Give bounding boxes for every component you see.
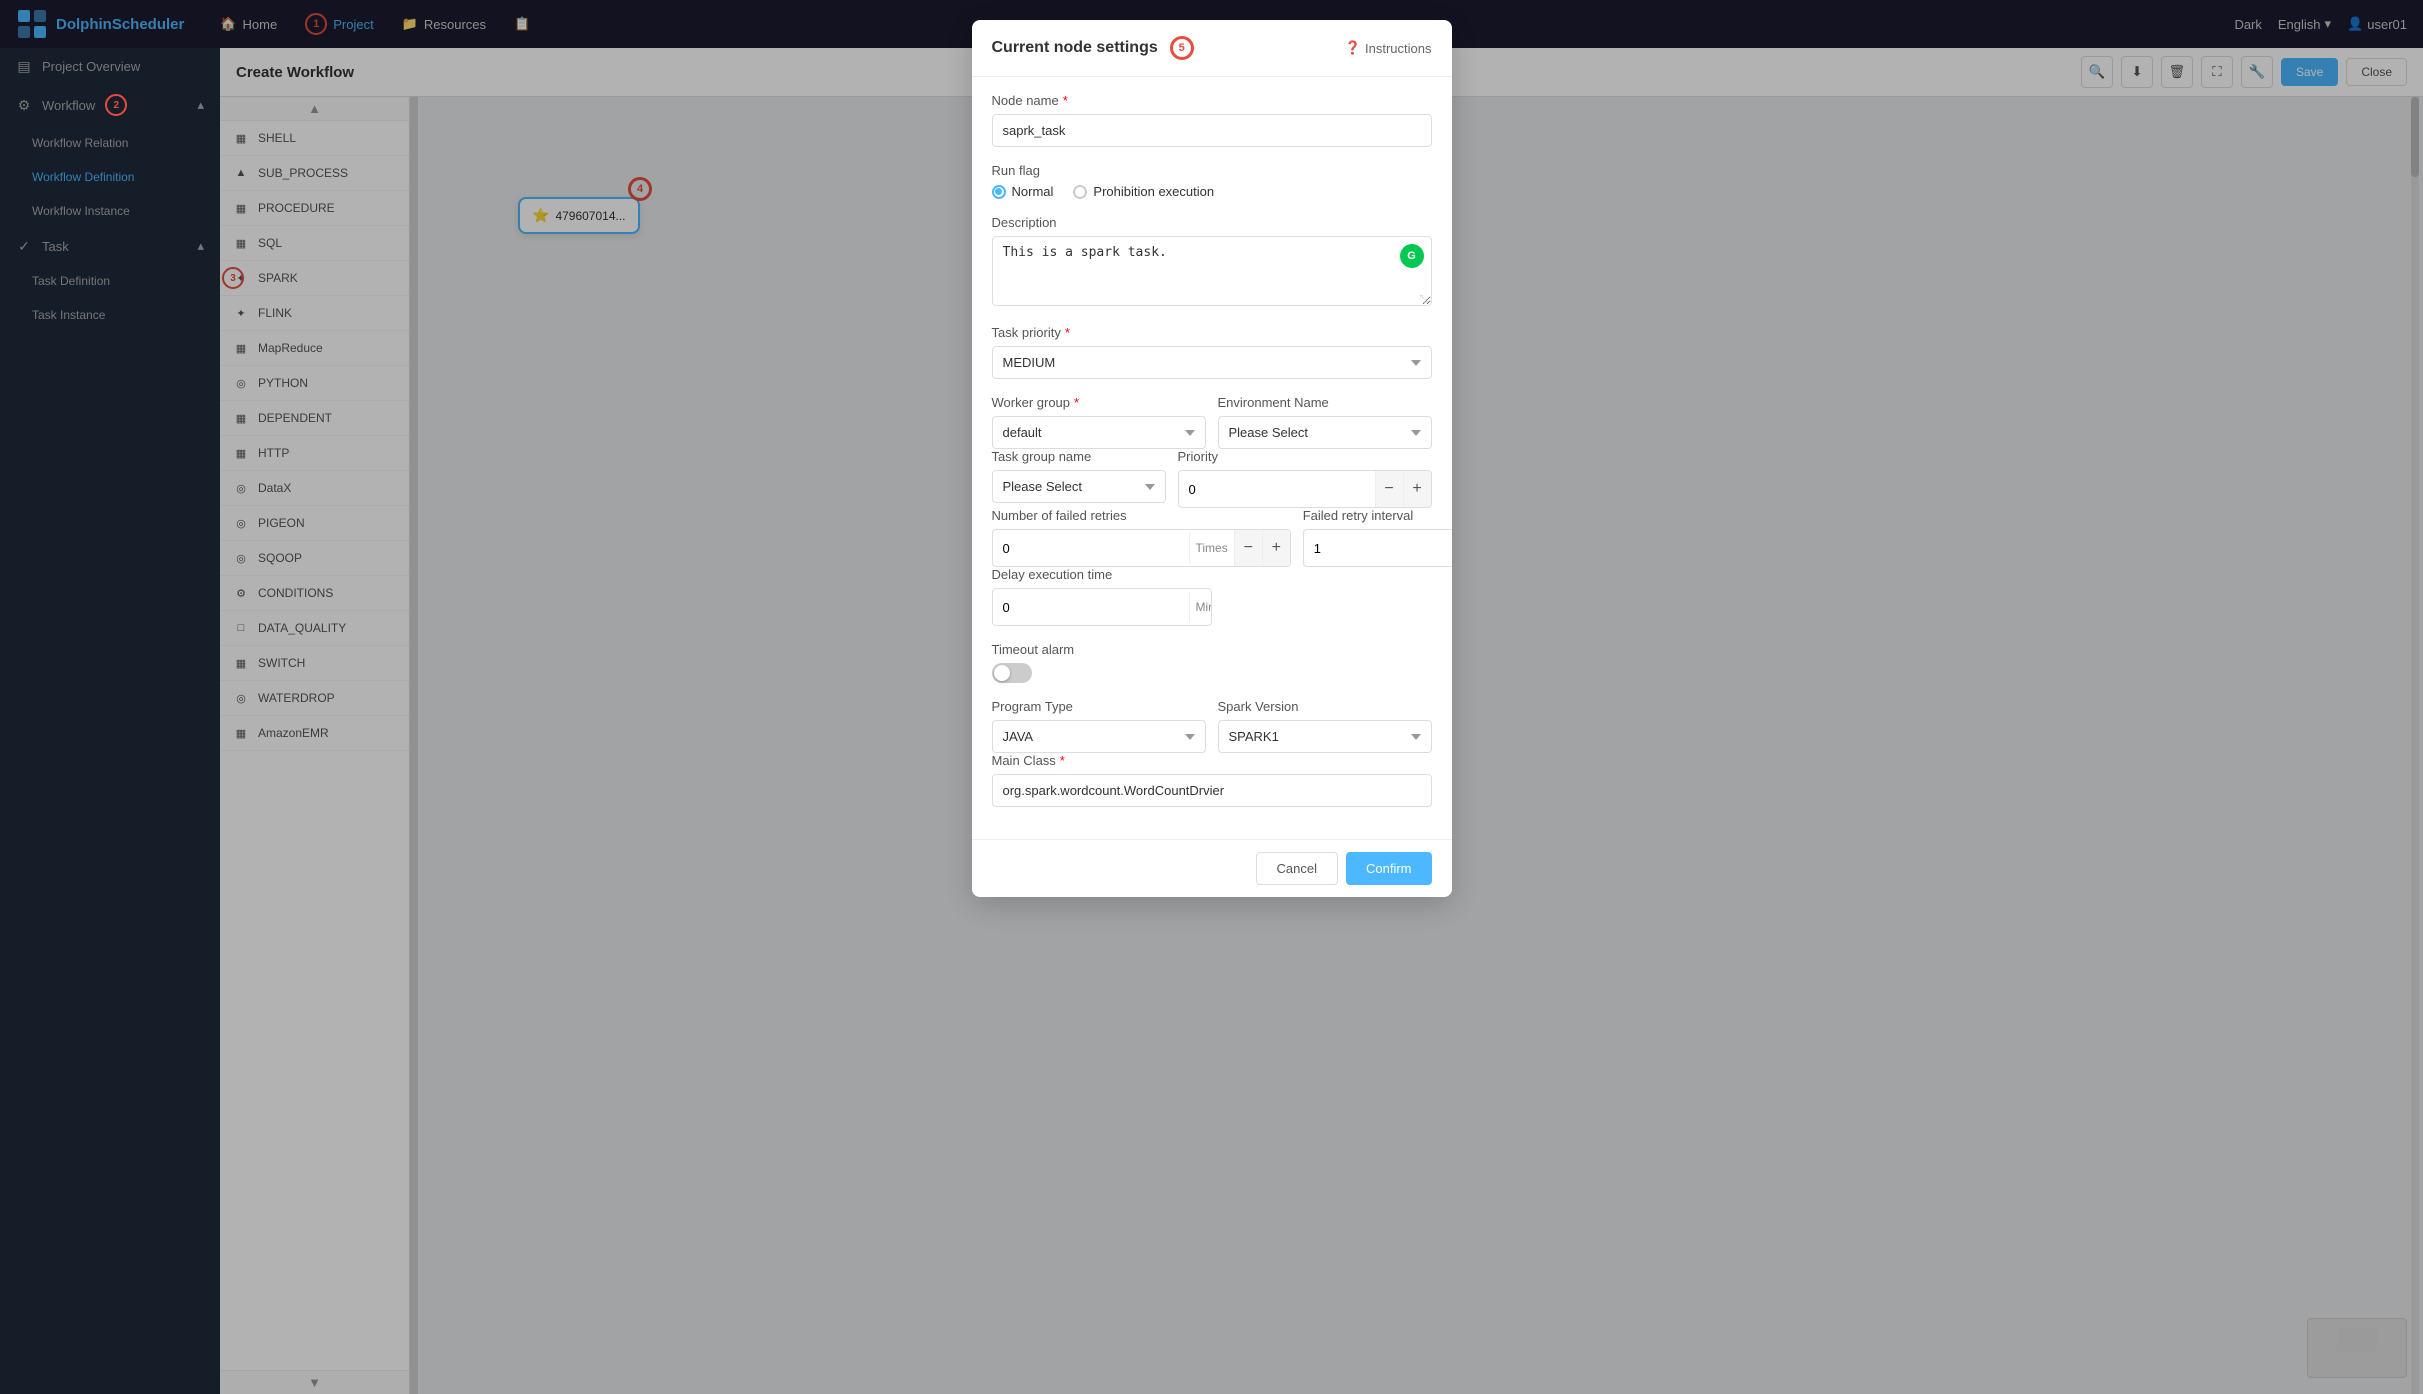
node-name-input[interactable]: [992, 114, 1432, 147]
program-type-col: Program Type JAVA SCALA PYTHON: [992, 699, 1206, 753]
retries-minus-button[interactable]: −: [1234, 530, 1262, 566]
retries-plus-button[interactable]: +: [1262, 530, 1290, 566]
worker-group-col: Worker group * default: [992, 395, 1206, 449]
run-flag-options: Normal Prohibition execution: [992, 184, 1432, 199]
radio-prohibition-circle: [1073, 185, 1087, 199]
retry-interval-group: Minute − +: [1303, 529, 1452, 567]
radio-normal-circle: [992, 185, 1006, 199]
failed-retries-col: Number of failed retries Times − +: [992, 508, 1291, 567]
modal-overlay: Current node settings 5 ❓ Instructions N…: [0, 0, 2423, 1394]
priority-minus-button[interactable]: −: [1375, 471, 1403, 507]
priority-input-group: − +: [1178, 470, 1432, 508]
description-container: This is a spark task. G ⤡: [992, 236, 1432, 309]
description-group: Description This is a spark task. G ⤡: [992, 215, 1432, 309]
node-settings-modal: Current node settings 5 ❓ Instructions N…: [972, 20, 1452, 897]
spark-version-label: Spark Version: [1218, 699, 1432, 714]
description-input[interactable]: This is a spark task.: [992, 236, 1432, 306]
environment-select[interactable]: Please Select: [1218, 416, 1432, 449]
spark-version-col: Spark Version SPARK1 SPARK2: [1218, 699, 1432, 753]
task-priority-label: Task priority *: [992, 325, 1432, 340]
worker-group-label: Worker group *: [992, 395, 1206, 410]
toggle-knob: [994, 665, 1010, 681]
timeout-alarm-label: Timeout alarm: [992, 642, 1432, 657]
radio-prohibition[interactable]: Prohibition execution: [1073, 184, 1214, 199]
instructions-link[interactable]: ❓ Instructions: [1345, 40, 1432, 56]
priority-col: Priority − +: [1178, 449, 1432, 508]
main-class-label: Main Class *: [992, 753, 1432, 768]
priority-label: Priority: [1178, 449, 1432, 464]
worker-env-row: Worker group * default Environment Name …: [992, 395, 1432, 449]
task-priority-select[interactable]: MEDIUM HIGHEST HIGH LOW LOWEST: [992, 346, 1432, 379]
program-spark-row: Program Type JAVA SCALA PYTHON Spark Ver…: [992, 699, 1432, 753]
modal-footer: Cancel Confirm: [972, 839, 1452, 897]
timeout-alarm-toggle[interactable]: [992, 663, 1032, 683]
failed-retries-group: Times − +: [992, 529, 1291, 567]
retry-interval-col: Failed retry interval Minute − +: [1303, 508, 1452, 567]
radio-normal[interactable]: Normal: [992, 184, 1054, 199]
delay-unit: Minute: [1189, 592, 1212, 622]
environment-col: Environment Name Please Select: [1218, 395, 1432, 449]
delay-execution-group: Delay execution time Minute − +: [992, 567, 1432, 626]
priority-input[interactable]: [1179, 474, 1375, 505]
task-group-label: Task group name: [992, 449, 1166, 464]
program-type-select[interactable]: JAVA SCALA PYTHON: [992, 720, 1206, 753]
task-priority-group: Task priority * MEDIUM HIGHEST HIGH LOW …: [992, 325, 1432, 379]
delay-input[interactable]: [993, 592, 1189, 623]
user-avatar: G: [1400, 244, 1424, 268]
task-group-select[interactable]: Please Select: [992, 470, 1166, 503]
run-flag-label: Run flag: [992, 163, 1432, 178]
main-class-group: Main Class *: [992, 753, 1432, 807]
main-class-input[interactable]: [992, 774, 1432, 807]
node-name-group: Node name *: [992, 93, 1432, 147]
task-group-col: Task group name Please Select: [992, 449, 1166, 508]
confirm-button[interactable]: Confirm: [1346, 852, 1432, 885]
timeout-alarm-group: Timeout alarm: [992, 642, 1432, 683]
delay-input-group: Minute − +: [992, 588, 1212, 626]
delay-label: Delay execution time: [992, 567, 1432, 582]
retry-interval-input[interactable]: [1304, 533, 1452, 564]
resize-icon: ⤡: [1420, 294, 1428, 305]
retries-unit: Times: [1189, 533, 1234, 563]
annotation-5: 5: [1170, 36, 1194, 60]
priority-plus-button[interactable]: +: [1403, 471, 1431, 507]
modal-body: Node name * Run flag Normal Pr: [972, 77, 1452, 839]
run-flag-group: Run flag Normal Prohibition execution: [992, 163, 1432, 199]
retry-row: Number of failed retries Times − + Faile…: [992, 508, 1432, 567]
failed-retries-label: Number of failed retries: [992, 508, 1291, 523]
spark-version-select[interactable]: SPARK1 SPARK2: [1218, 720, 1432, 753]
cancel-button[interactable]: Cancel: [1256, 852, 1338, 885]
description-label: Description: [992, 215, 1432, 230]
task-group-priority-row: Task group name Please Select Priority −…: [992, 449, 1432, 508]
worker-group-select[interactable]: default: [992, 416, 1206, 449]
help-icon: ❓: [1345, 40, 1361, 56]
failed-retries-input[interactable]: [993, 533, 1189, 564]
retry-interval-label: Failed retry interval: [1303, 508, 1452, 523]
node-name-label: Node name *: [992, 93, 1432, 108]
program-type-label: Program Type: [992, 699, 1206, 714]
environment-label: Environment Name: [1218, 395, 1432, 410]
modal-header: Current node settings 5 ❓ Instructions: [972, 20, 1452, 77]
modal-title: Current node settings 5: [992, 36, 1194, 60]
